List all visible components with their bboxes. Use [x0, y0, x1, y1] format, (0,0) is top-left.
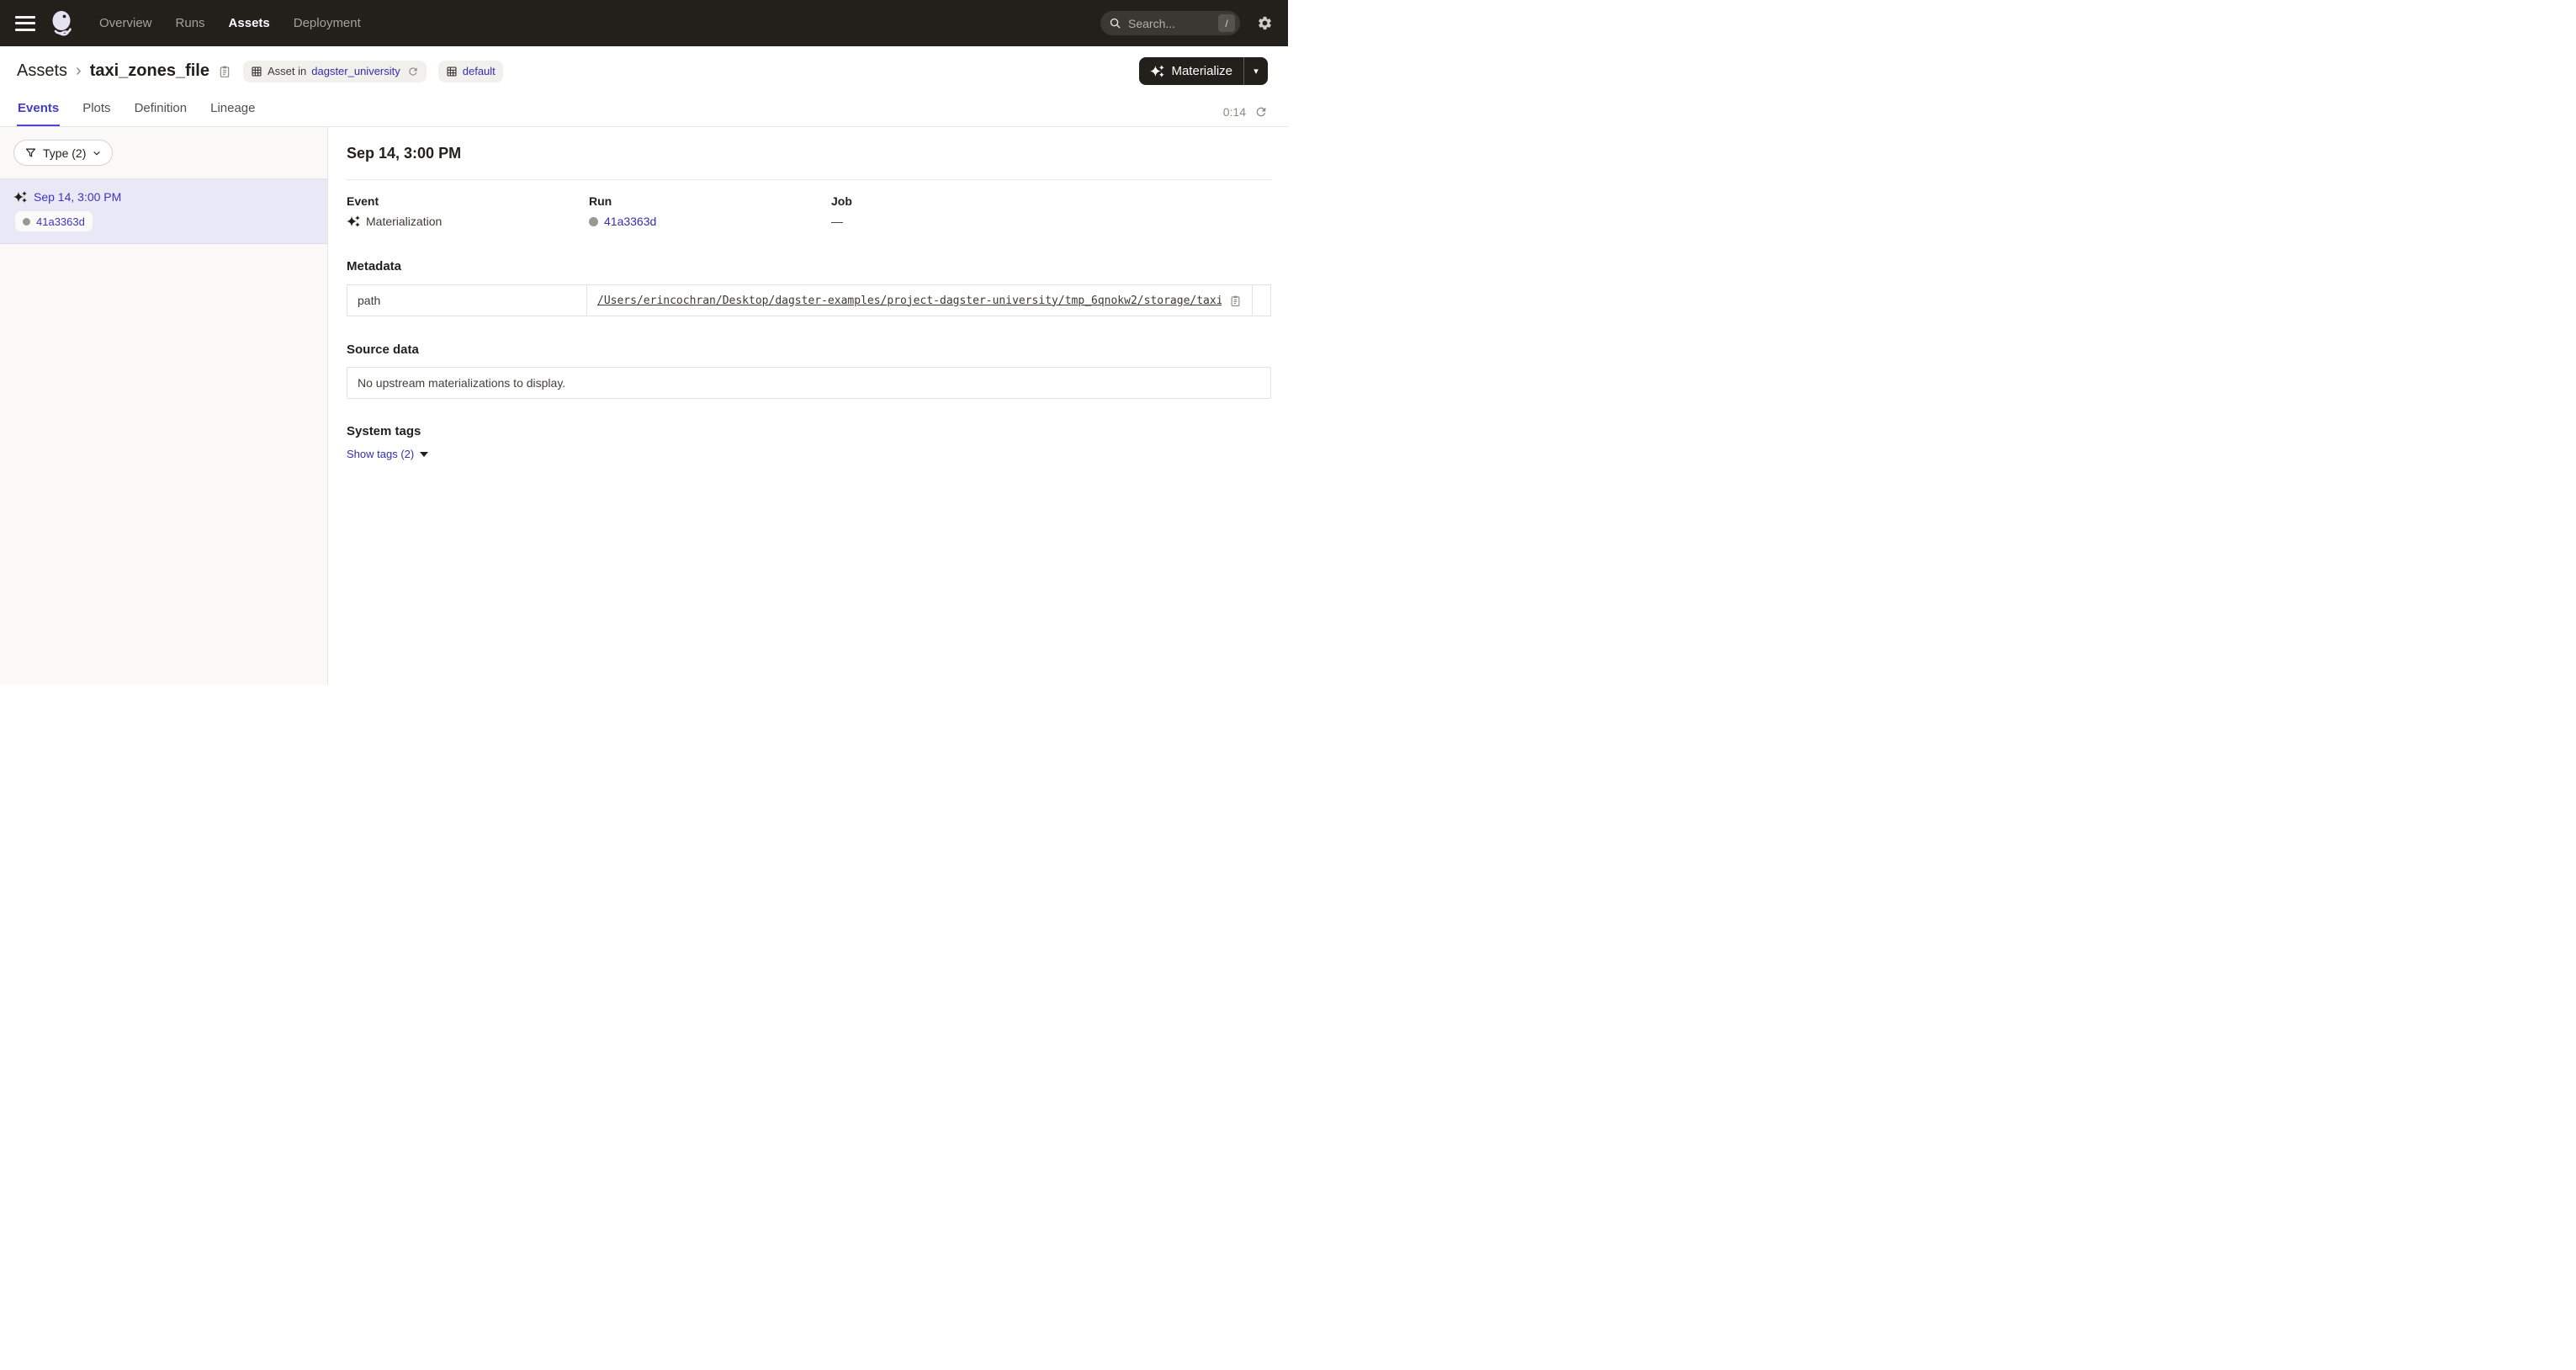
run-status-dot — [589, 217, 598, 226]
code-location-pill: default — [438, 61, 503, 82]
asset-group-pill: Asset in dagster_university — [243, 61, 427, 82]
show-tags-link[interactable]: Show tags (2) — [347, 448, 428, 460]
materialization-sparkle-icon — [13, 190, 27, 204]
show-tags-label: Show tags (2) — [347, 448, 414, 460]
tab-plots[interactable]: Plots — [82, 94, 111, 126]
breadcrumb-separator: › — [76, 61, 82, 81]
metadata-table: path /Users/erincochran/Desktop/dagster-… — [347, 284, 1271, 316]
event-summary-columns: Event Materialization Run 41a3363d — [347, 194, 1271, 228]
materialize-sparkle-icon — [1150, 64, 1164, 78]
event-detail-panel: Sep 14, 3:00 PM Event Materialization Ru… — [328, 127, 1288, 685]
tab-events[interactable]: Events — [17, 94, 60, 126]
event-detail-heading: Sep 14, 3:00 PM — [347, 145, 1271, 162]
metadata-title: Metadata — [347, 259, 1271, 273]
code-location-icon — [446, 66, 458, 77]
caret-down-icon — [420, 452, 428, 457]
system-tags-section: System tags Show tags (2) — [347, 424, 1271, 462]
job-empty-value: — — [831, 215, 843, 228]
nav-item-deployment[interactable]: Deployment — [294, 16, 361, 30]
breadcrumb-assets-link[interactable]: Assets — [17, 61, 67, 81]
search-shortcut-badge: / — [1218, 14, 1235, 32]
event-type-value: Materialization — [366, 215, 442, 228]
search-box[interactable]: / — [1100, 11, 1240, 35]
run-status-dot — [23, 218, 30, 226]
dagster-logo-icon[interactable] — [47, 8, 77, 39]
source-data-section: Source data No upstream materializations… — [347, 342, 1271, 399]
copy-asset-name-icon[interactable] — [218, 64, 231, 79]
asset-header-row: Assets › taxi_zones_file Asset in dagste… — [0, 46, 1288, 94]
asset-group-link[interactable]: dagster_university — [311, 65, 400, 77]
top-nav-bar: Overview Runs Assets Deployment / — [0, 0, 1288, 46]
event-item-timestamp[interactable]: Sep 14, 3:00 PM — [34, 190, 121, 204]
materialize-button[interactable]: Materialize — [1139, 57, 1244, 85]
asset-in-label: Asset in — [268, 65, 306, 77]
chevron-down-icon: ▾ — [1254, 66, 1259, 77]
tab-lineage[interactable]: Lineage — [209, 94, 256, 126]
event-item-run-id: 41a3363d — [36, 215, 85, 228]
job-column-label: Job — [831, 194, 1073, 208]
asset-tabs: Events Plots Definition Lineage — [17, 94, 257, 126]
hamburger-menu-icon[interactable] — [15, 16, 35, 31]
heading-divider — [347, 179, 1271, 180]
asset-tabs-bar: Events Plots Definition Lineage 0:14 — [0, 94, 1288, 127]
chevron-down-icon — [92, 148, 102, 158]
dagster-asset-events-page: Overview Runs Assets Deployment / Assets… — [0, 0, 1288, 685]
metadata-section: Metadata path /Users/erincochran/Desktop… — [347, 259, 1271, 316]
metadata-actions-cell — [1252, 285, 1270, 316]
breadcrumb-asset-name: taxi_zones_file — [90, 61, 209, 81]
metadata-path-link[interactable]: /Users/erincochran/Desktop/dagster-examp… — [597, 295, 1222, 307]
gear-icon[interactable] — [1257, 15, 1273, 31]
refresh-icon[interactable] — [1254, 105, 1268, 119]
event-item-run-badge[interactable]: 41a3363d — [15, 211, 93, 231]
materialization-sparkle-icon — [347, 215, 360, 228]
nav-item-assets[interactable]: Assets — [229, 16, 270, 30]
type-filter-label: Type (2) — [43, 146, 86, 160]
refresh-countdown: 0:14 — [1223, 105, 1246, 119]
nav-item-overview[interactable]: Overview — [99, 16, 152, 30]
event-column-label: Event — [347, 194, 589, 208]
job-column: Job — — [831, 194, 1073, 228]
event-column: Event Materialization — [347, 194, 589, 228]
refresh-timer: 0:14 — [1223, 105, 1268, 126]
events-sidebar: Type (2) Sep 14, 3:00 PM 41a3363d — [0, 127, 328, 685]
topnav-right: / — [1100, 11, 1273, 35]
materialize-button-label: Materialize — [1171, 64, 1232, 78]
tab-definition[interactable]: Definition — [134, 94, 188, 126]
materialize-dropdown-button[interactable]: ▾ — [1244, 57, 1268, 85]
type-filter-button[interactable]: Type (2) — [13, 140, 113, 166]
primary-nav: Overview Runs Assets Deployment — [99, 16, 361, 30]
filter-funnel-icon — [24, 146, 37, 159]
metadata-key-cell: path — [347, 285, 587, 316]
event-item-timestamp-row: Sep 14, 3:00 PM — [13, 190, 314, 204]
asset-group-icon — [251, 66, 262, 77]
page-body: Type (2) Sep 14, 3:00 PM 41a3363d — [0, 127, 1288, 685]
filter-row: Type (2) — [0, 127, 327, 179]
code-location-link[interactable]: default — [463, 65, 496, 77]
copy-path-icon[interactable] — [1229, 294, 1242, 308]
run-id-link[interactable]: 41a3363d — [604, 215, 656, 228]
search-input[interactable] — [1128, 17, 1218, 30]
run-column-label: Run — [589, 194, 831, 208]
system-tags-title: System tags — [347, 424, 1271, 438]
source-data-title: Source data — [347, 342, 1271, 357]
materialize-split-button: Materialize ▾ — [1139, 57, 1268, 85]
run-column: Run 41a3363d — [589, 194, 831, 228]
event-list-item-selected[interactable]: Sep 14, 3:00 PM 41a3363d — [0, 179, 327, 244]
reload-definitions-icon[interactable] — [407, 66, 419, 77]
nav-item-runs[interactable]: Runs — [176, 16, 205, 30]
search-icon — [1109, 17, 1121, 29]
metadata-value-cell: /Users/erincochran/Desktop/dagster-examp… — [587, 285, 1252, 316]
source-data-empty-message: No upstream materializations to display. — [347, 367, 1271, 399]
